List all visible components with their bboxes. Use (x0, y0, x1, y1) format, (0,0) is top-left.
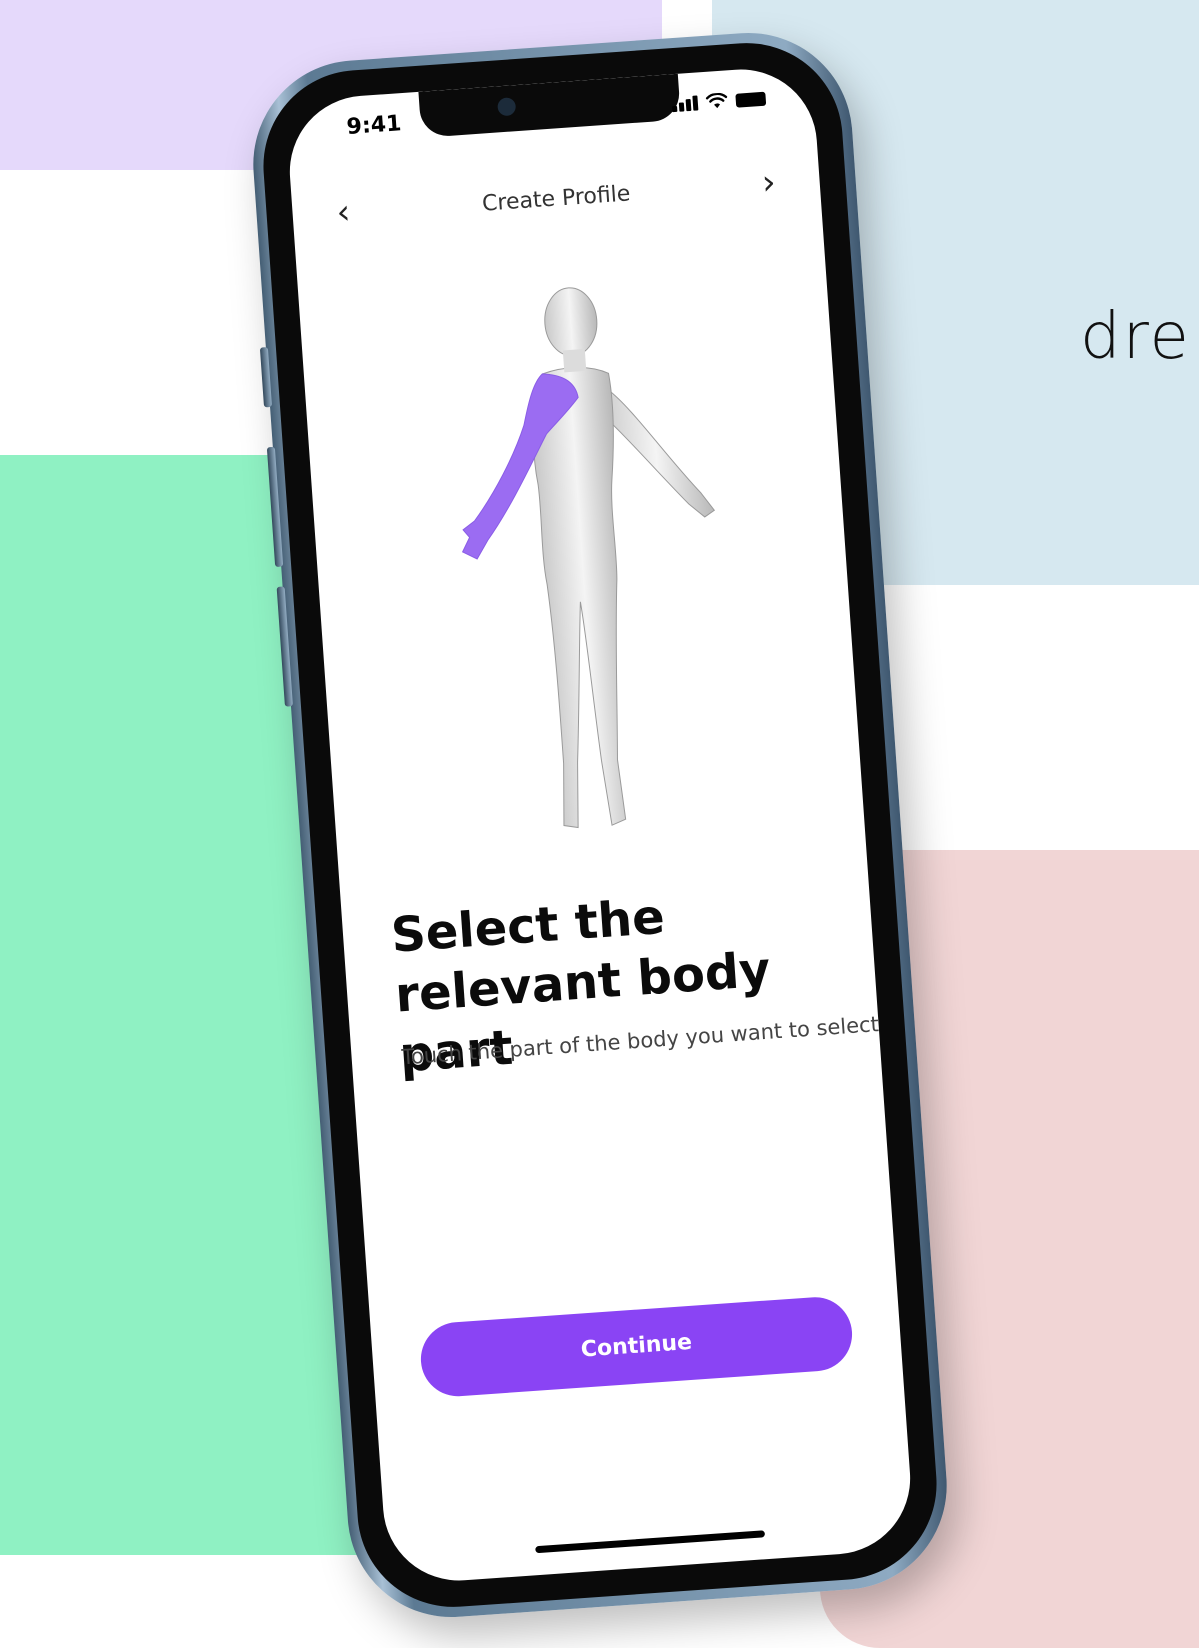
home-indicator[interactable] (535, 1530, 766, 1554)
nav-bar: ‹ Create Profile › (291, 154, 822, 251)
status-time: 9:41 (345, 111, 403, 140)
status-icons (671, 90, 767, 113)
phone-mockup: 9:41 ‹ Create Profile › Select the relev… (246, 25, 954, 1625)
body-head[interactable] (543, 286, 600, 357)
battery-icon (735, 91, 767, 108)
page-title: Create Profile (481, 181, 632, 217)
wifi-icon (705, 92, 728, 109)
phone-bezel: 9:41 ‹ Create Profile › Select the relev… (256, 36, 944, 1614)
background-side-text: dre (1080, 300, 1191, 374)
next-chevron-icon[interactable]: › (761, 162, 777, 203)
body-model-3d[interactable] (417, 251, 757, 860)
app-screen: 9:41 ‹ Create Profile › Select the relev… (284, 64, 916, 1586)
signal-icon (671, 95, 699, 113)
continue-button[interactable]: Continue (418, 1294, 855, 1399)
status-bar: 9:41 (285, 64, 816, 161)
body-left-arm[interactable] (598, 383, 716, 524)
body-neck[interactable] (562, 348, 587, 373)
